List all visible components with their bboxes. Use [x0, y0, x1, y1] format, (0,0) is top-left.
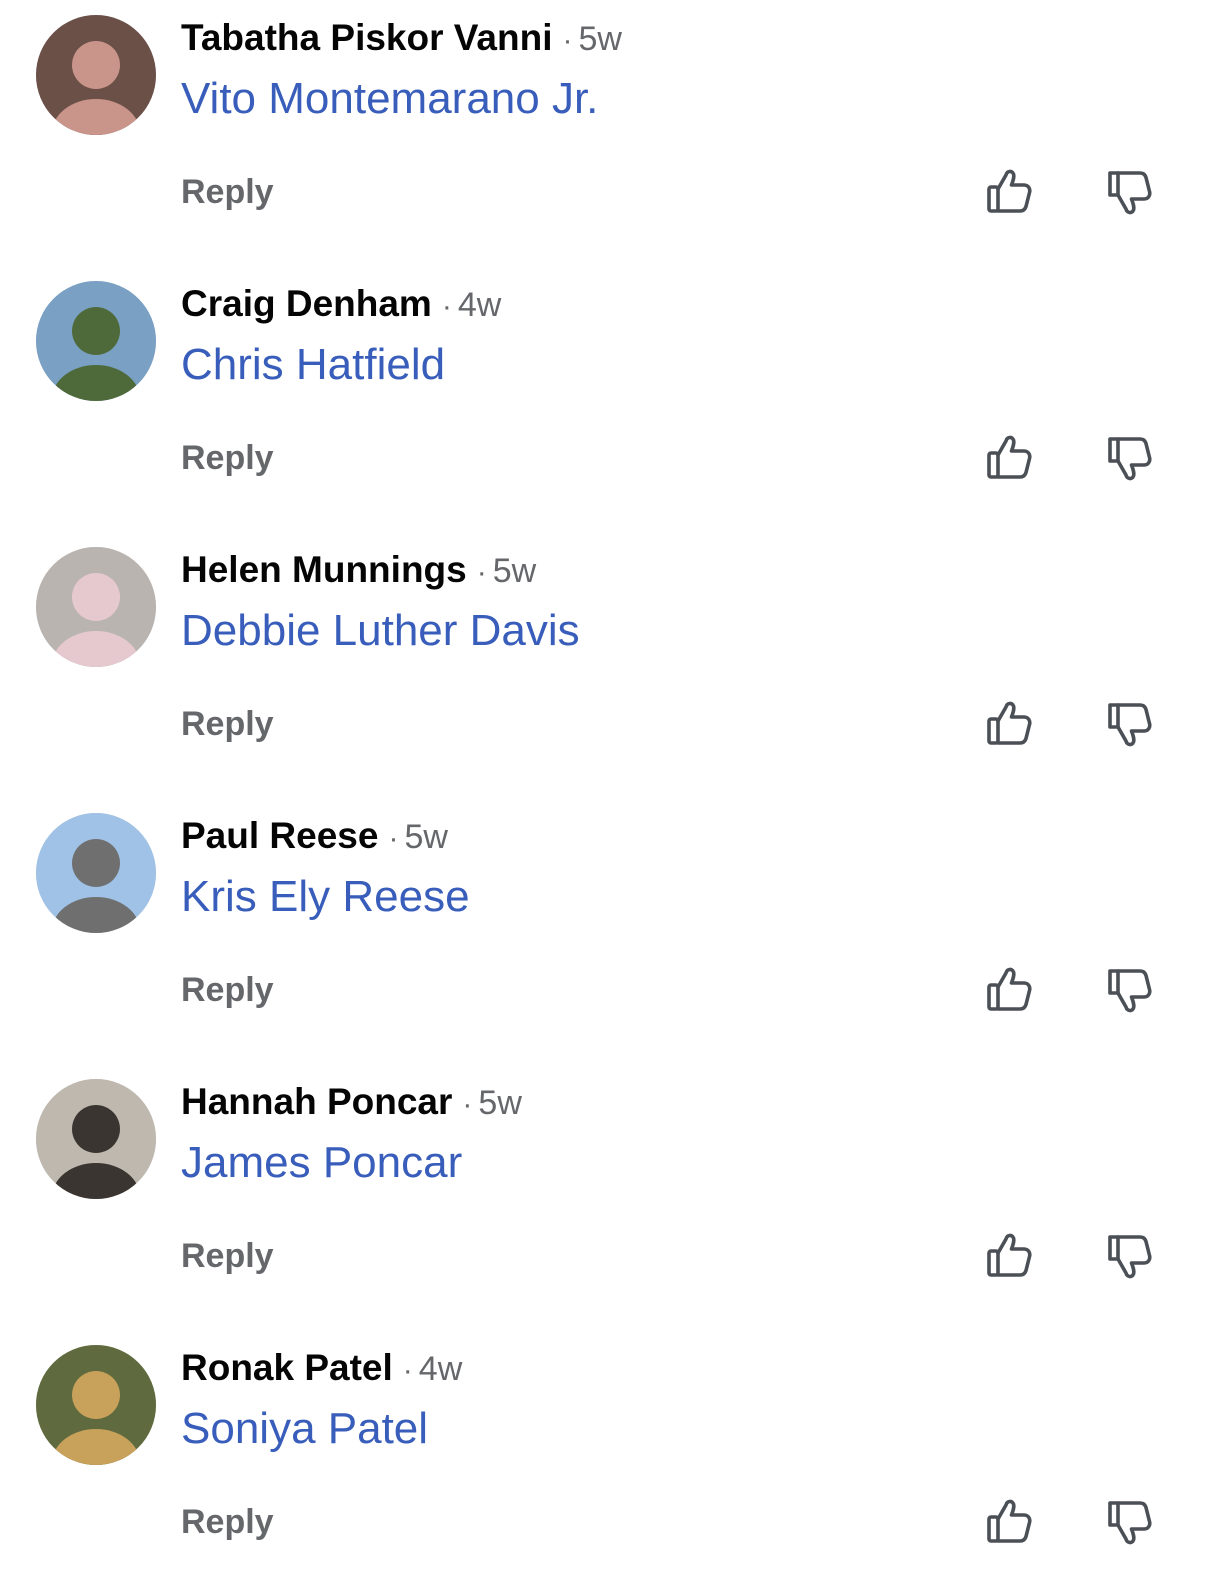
comment-list: Tabatha Piskor Vanni · 5w Vito Montemarano…	[0, 0, 1206, 1596]
comment-age[interactable]: 5w	[404, 818, 447, 856]
thumbs-up-icon	[984, 431, 1036, 483]
author-name[interactable]: Hannah Poncar	[181, 1081, 452, 1122]
thumbs-down-icon	[1104, 697, 1156, 749]
upvote-button[interactable]	[984, 1495, 1036, 1547]
thumbs-down-icon	[1104, 1229, 1156, 1281]
thumbs-up-icon	[984, 165, 1036, 217]
downvote-button[interactable]	[1104, 431, 1156, 483]
comment-age[interactable]: 5w	[493, 552, 536, 590]
upvote-button[interactable]	[984, 165, 1036, 217]
downvote-button[interactable]	[1104, 165, 1156, 217]
comment-item: Paul Reese · 5w Kris Ely Reese Reply	[0, 798, 1206, 1064]
separator-dot: ·	[441, 290, 452, 323]
reply-button[interactable]: Reply	[181, 968, 274, 1012]
upvote-button[interactable]	[984, 1229, 1036, 1281]
comment-header: Ronak Patel · 4w	[181, 1346, 462, 1398]
mentioned-user-link[interactable]: Chris Hatfield	[181, 340, 445, 390]
avatar[interactable]	[36, 281, 156, 401]
comment-header: Helen Munnings · 5w	[181, 548, 536, 600]
thumbs-up-icon	[984, 1495, 1036, 1547]
mentioned-user-link[interactable]: Soniya Patel	[181, 1404, 428, 1454]
avatar[interactable]	[36, 813, 156, 933]
thumbs-down-icon	[1104, 165, 1156, 217]
comment-header: Paul Reese · 5w	[181, 814, 448, 866]
upvote-button[interactable]	[984, 963, 1036, 1015]
comment-item: Ronak Patel · 4w Soniya Patel Reply	[0, 1330, 1206, 1596]
separator-dot: ·	[562, 24, 573, 57]
avatar[interactable]	[36, 1079, 156, 1199]
separator-dot: ·	[388, 822, 399, 855]
reply-button[interactable]: Reply	[181, 1500, 274, 1544]
author-name[interactable]: Helen Munnings	[181, 549, 467, 590]
avatar[interactable]	[36, 1345, 156, 1465]
author-name[interactable]: Ronak Patel	[181, 1347, 393, 1388]
comment-item: Craig Denham · 4w Chris Hatfield Reply	[0, 266, 1206, 532]
author-name[interactable]: Paul Reese	[181, 815, 378, 856]
comment-header: Tabatha Piskor Vanni · 5w	[181, 16, 622, 68]
author-name[interactable]: Craig Denham	[181, 283, 432, 324]
upvote-button[interactable]	[984, 697, 1036, 749]
separator-dot: ·	[462, 1088, 473, 1121]
reply-button[interactable]: Reply	[181, 1234, 274, 1278]
downvote-button[interactable]	[1104, 1229, 1156, 1281]
separator-dot: ·	[402, 1354, 413, 1387]
mentioned-user-link[interactable]: Kris Ely Reese	[181, 872, 470, 922]
thumbs-up-icon	[984, 697, 1036, 749]
separator-dot: ·	[476, 556, 487, 589]
reply-button[interactable]: Reply	[181, 436, 274, 480]
thumbs-down-icon	[1104, 1495, 1156, 1547]
comment-age[interactable]: 4w	[458, 286, 501, 324]
downvote-button[interactable]	[1104, 697, 1156, 749]
mentioned-user-link[interactable]: James Poncar	[181, 1138, 462, 1188]
thumbs-down-icon	[1104, 963, 1156, 1015]
comment-age[interactable]: 5w	[578, 20, 621, 58]
downvote-button[interactable]	[1104, 963, 1156, 1015]
upvote-button[interactable]	[984, 431, 1036, 483]
avatar[interactable]	[36, 15, 156, 135]
comment-item: Tabatha Piskor Vanni · 5w Vito Montemarano…	[0, 0, 1206, 266]
comment-item: Helen Munnings · 5w Debbie Luther Davis Re…	[0, 532, 1206, 798]
mentioned-user-link[interactable]: Debbie Luther Davis	[181, 606, 580, 656]
avatar[interactable]	[36, 547, 156, 667]
comment-age[interactable]: 5w	[478, 1084, 521, 1122]
comment-header: Craig Denham · 4w	[181, 282, 501, 334]
reply-button[interactable]: Reply	[181, 702, 274, 746]
comment-header: Hannah Poncar · 5w	[181, 1080, 522, 1132]
thumbs-down-icon	[1104, 431, 1156, 483]
reply-button[interactable]: Reply	[181, 170, 274, 214]
thumbs-up-icon	[984, 963, 1036, 1015]
downvote-button[interactable]	[1104, 1495, 1156, 1547]
thumbs-up-icon	[984, 1229, 1036, 1281]
mentioned-user-link[interactable]: Vito Montemarano Jr.	[181, 74, 598, 124]
author-name[interactable]: Tabatha Piskor Vanni	[181, 17, 552, 58]
comment-item: Hannah Poncar · 5w James Poncar Reply	[0, 1064, 1206, 1330]
comment-age[interactable]: 4w	[419, 1350, 462, 1388]
